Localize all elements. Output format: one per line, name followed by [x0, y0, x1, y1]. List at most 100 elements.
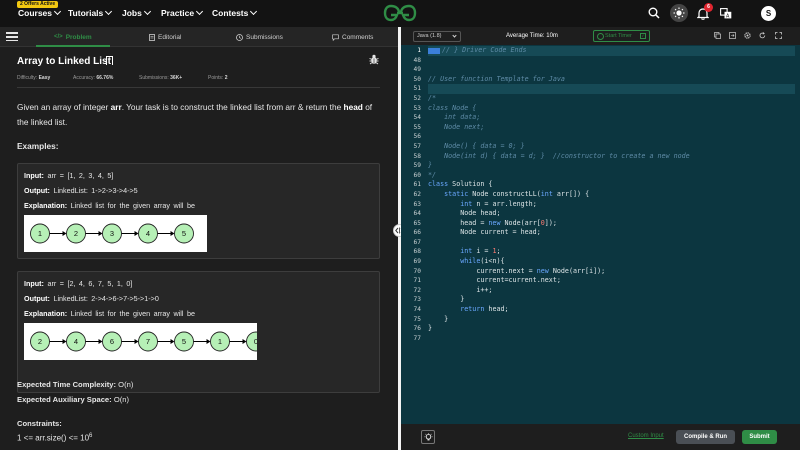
theme-toggle-button[interactable]	[670, 4, 688, 22]
language-select-value: Java (1.8)	[417, 33, 442, 39]
line-number: 74	[413, 306, 421, 314]
expected-time-complexity: Expected Time Complexity: O(n)	[17, 380, 133, 389]
chevron-down-icon	[105, 7, 113, 16]
code-line: class Solution {	[428, 180, 493, 189]
search-icon[interactable]	[648, 7, 660, 19]
nav-courses[interactable]: Courses	[18, 7, 62, 18]
copy-icon[interactable]	[714, 32, 721, 39]
bug-report-icon[interactable]	[369, 54, 379, 65]
custom-input-link[interactable]: Custom Input	[628, 433, 664, 439]
language-select[interactable]: Java (1.8)	[413, 31, 461, 42]
start-timer-button[interactable]: Start Timer ✓	[593, 30, 650, 42]
line-number: 73	[413, 296, 421, 304]
line-number: 50	[413, 75, 421, 83]
fullscreen-icon[interactable]	[775, 32, 782, 39]
list-arrowhead	[206, 339, 211, 344]
linked-list-diagram-1: 1 2 3 4 5	[24, 215, 207, 252]
code-content[interactable]: // } Driver Code Ends // User function Te…	[428, 46, 690, 343]
tab-submissions[interactable]: Submissions	[236, 27, 283, 47]
example-output: Output: LinkedList: 1->2->3->4->5	[24, 186, 138, 195]
list-node-value: 6	[110, 337, 114, 346]
hamburger-menu-icon[interactable]	[6, 32, 18, 42]
language-translate-icon[interactable]: A	[720, 8, 732, 19]
bookmark-icon[interactable]	[106, 56, 113, 65]
timer-check-icon: ✓	[640, 33, 646, 39]
list-arrowhead	[242, 339, 247, 344]
editor-bottom-bar: Custom Input Compile & Run Submit	[401, 424, 800, 450]
reset-code-icon[interactable]	[759, 32, 766, 39]
list-node-value: 2	[74, 229, 78, 238]
output-value: LinkedList: 2->4->6->7->5->1->0	[53, 294, 159, 303]
list-arrowhead	[62, 231, 67, 236]
nav-tutorials[interactable]: Tutorials	[68, 7, 113, 18]
tab-problem[interactable]: </> Problem	[36, 27, 110, 47]
line-number: 59	[413, 162, 421, 170]
line-number: 68	[413, 248, 421, 256]
nav-jobs-label: Jobs	[122, 8, 142, 18]
nav-contests[interactable]: Contests	[212, 7, 258, 18]
code-line: Node(int d) { data = d; } //constructor …	[428, 151, 690, 160]
line-number: 51	[413, 85, 421, 93]
accuracy-meta: Accuracy: 66.76%	[73, 75, 113, 81]
constraint-base: 1 <= arr.size() <= 10	[17, 433, 90, 443]
code-line: i++;	[428, 285, 493, 294]
line-number: 63	[413, 200, 421, 208]
user-avatar[interactable]: S	[761, 6, 776, 21]
code-line: head = new Node(arr[0]);	[428, 218, 557, 227]
line-number: 57	[413, 142, 421, 150]
editor-scrollbar[interactable]	[795, 45, 800, 441]
top-navbar: 2 Offers Active Courses Tutorials Jobs P…	[0, 0, 800, 27]
tab-submissions-label: Submissions	[246, 33, 283, 41]
code-line: */	[428, 170, 437, 179]
line-number: 71	[413, 277, 421, 285]
linked-list-diagram-2: 2 4 6 7 5 1 0	[24, 323, 257, 360]
line-number-gutter: 1 48 49 50 51 52 53 54 55 56 57 58 59 60 61 62 63 64 65 66 6…	[401, 46, 421, 343]
line-number: 52	[413, 94, 421, 102]
code-line: }	[428, 295, 465, 304]
chevron-down-icon	[250, 7, 258, 16]
accuracy-label: Accuracy:	[73, 75, 95, 81]
tab-comments-label: Comments	[342, 33, 374, 41]
line-number: 49	[413, 66, 421, 74]
code-line: // } Driver Code Ends	[442, 46, 527, 54]
example-output: Output: LinkedList: 2->4->6->7->5->1->0	[24, 294, 159, 303]
example-input: Input: arr = [2, 4, 6, 7, 5, 1, 0]	[24, 279, 132, 288]
list-node-value: 5	[182, 337, 186, 346]
chevron-down-icon	[196, 7, 204, 16]
input-value: arr = [2, 4, 6, 7, 5, 1, 0]	[47, 279, 133, 288]
tab-editorial[interactable]: Editorial	[149, 27, 181, 47]
code-editor[interactable]: 1 48 49 50 51 52 53 54 55 56 57 58 59 60 61 62 63 64 65 66 6…	[401, 45, 800, 441]
nav-jobs[interactable]: Jobs	[122, 7, 151, 18]
desc-keyword-head: head	[343, 102, 363, 112]
list-arrowhead	[62, 339, 67, 344]
constraints-heading: Constraints:	[17, 419, 62, 428]
line-number: 70	[413, 267, 421, 275]
line-number: 54	[413, 114, 421, 122]
line-number: 64	[413, 210, 421, 218]
list-node-value: 4	[146, 229, 150, 238]
list-node-value: 3	[110, 229, 114, 238]
sun-icon	[673, 7, 685, 19]
tab-editorial-label: Editorial	[158, 33, 182, 41]
start-timer-label: Start Timer	[605, 33, 632, 39]
line-number: 65	[413, 219, 421, 227]
list-node-value: 2	[38, 337, 42, 346]
line-number: 1	[417, 47, 421, 54]
tab-comments[interactable]: Comments	[332, 27, 373, 47]
nav-practice[interactable]: Practice	[161, 7, 204, 18]
upload-file-icon[interactable]	[729, 32, 736, 39]
offers-badge[interactable]: 2 Offers Active	[17, 1, 59, 8]
hint-button[interactable]	[421, 430, 435, 444]
compile-run-button[interactable]: Compile & Run	[676, 430, 735, 444]
difficulty-label: Difficulty:	[17, 75, 38, 81]
gfg-logo[interactable]	[383, 4, 417, 22]
submissions-label: Submissions:	[139, 75, 169, 81]
line-number: 62	[413, 190, 421, 198]
settings-icon[interactable]	[744, 32, 751, 39]
code-line: Node next;	[428, 122, 485, 131]
submit-button[interactable]: Submit	[742, 430, 777, 444]
problem-description: Given an array of integer arr. Your task…	[17, 100, 379, 129]
divider	[17, 87, 380, 88]
